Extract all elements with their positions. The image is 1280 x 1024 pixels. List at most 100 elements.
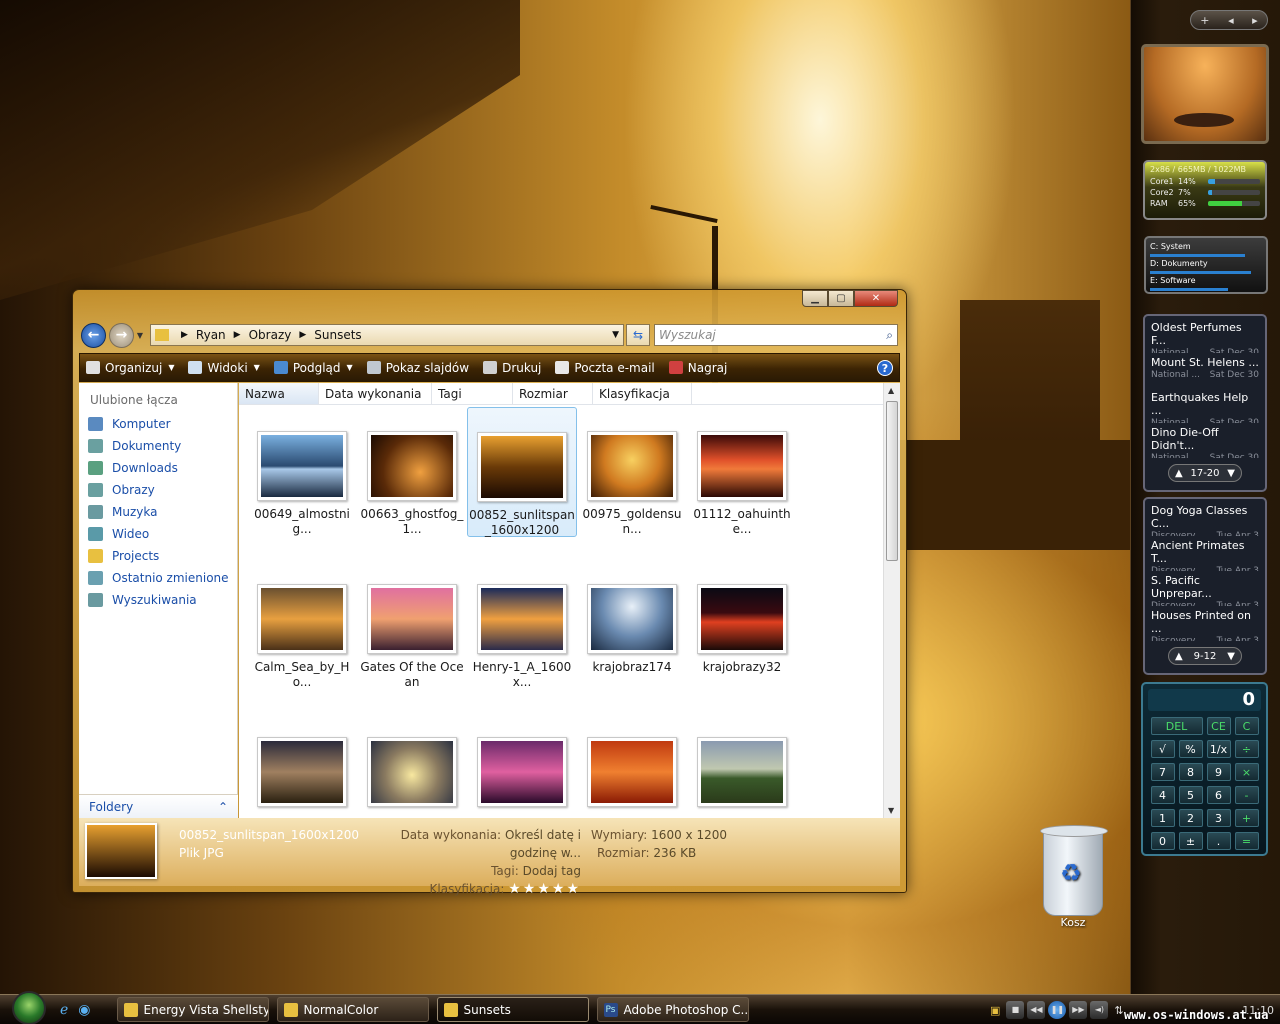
start-button[interactable] <box>0 990 46 1024</box>
news-headline[interactable]: Ancient Primates T... Discovery... Tue Apr… <box>1145 536 1265 571</box>
show-desktop-icon[interactable]: ◉ <box>78 1002 90 1018</box>
calculator-key[interactable]: × <box>1234 763 1259 781</box>
calculator-key[interactable]: = <box>1234 832 1259 850</box>
minimize-button[interactable]: ▁ <box>802 290 828 307</box>
search-input[interactable]: Wyszukaj ⌕ <box>654 324 898 346</box>
address-dropdown-icon[interactable]: ▼ <box>612 330 619 340</box>
file-tile[interactable]: 00975_goldensun... <box>577 407 687 537</box>
nav-link-2[interactable]: Downloads <box>79 457 237 479</box>
toolbar-button-0[interactable]: Organizuj ▼ <box>86 361 174 375</box>
news-pager[interactable]: ▲ 17-20 ▼ <box>1168 464 1242 482</box>
toolbar-button-3[interactable]: Pokaz slajdów <box>366 361 469 375</box>
drive-meter-gadget[interactable]: C: System D: Dokumenty E: Software <box>1144 236 1268 294</box>
nav-link-6[interactable]: Projects <box>79 545 237 567</box>
vertical-scrollbar[interactable]: ▲ ▼ <box>883 383 900 818</box>
news-headline[interactable]: Mount St. Helens ... National ... Sat Dec … <box>1145 353 1265 388</box>
column-header[interactable]: Klasyfikacja <box>593 383 692 404</box>
chevron-up-icon[interactable]: ⌃ <box>218 800 228 814</box>
file-tile[interactable] <box>577 713 687 818</box>
nav-link-0[interactable]: Komputer <box>79 413 237 435</box>
file-tile[interactable]: krajobraz174 <box>577 560 687 690</box>
calculator-key[interactable]: ± <box>1178 832 1203 850</box>
next-gadget-icon[interactable]: ▸ <box>1252 14 1258 27</box>
search-icon[interactable]: ⌕ <box>886 328 893 343</box>
explorer-window[interactable]: ▁ ▢ ✕ ← → ▼ ▶ Ryan ▶ Obrazy ▶ Sunsets ▼ … <box>72 289 907 897</box>
news-headline[interactable]: Houses Printed on ... Discovery... Tue Apr… <box>1145 606 1265 641</box>
file-tile[interactable] <box>357 713 467 818</box>
taskbar-button[interactable]: NormalColor <box>276 997 429 1022</box>
column-header[interactable]: Nazwa <box>239 383 319 404</box>
windows-orb-icon[interactable] <box>12 990 46 1024</box>
prev-gadget-icon[interactable]: ◂ <box>1228 14 1234 27</box>
breadcrumb-separator-icon[interactable]: ▶ <box>299 330 306 340</box>
news-gadget-national[interactable]: Oldest Perfumes F... National ... Sat Dec … <box>1143 314 1267 492</box>
pause-icon[interactable]: ❚❚ <box>1048 1001 1067 1019</box>
rating-stars[interactable]: ★★★★★ <box>508 881 581 897</box>
file-tile[interactable]: Calm_Sea_by_Ho... <box>247 560 357 690</box>
calculator-key[interactable]: 2 <box>1178 809 1203 827</box>
calculator-key[interactable]: DEL <box>1150 717 1203 735</box>
media-player-icon[interactable]: ▣ <box>990 1004 1000 1017</box>
file-tile[interactable]: 00852_sunlitspan_1600x1200 <box>467 407 577 537</box>
calculator-key[interactable]: √ <box>1150 740 1175 758</box>
toolbar-button-6[interactable]: Nagraj <box>668 361 727 375</box>
breadcrumb-obrazy[interactable]: Obrazy <box>249 328 292 342</box>
nav-link-7[interactable]: Ostatnio zmienione <box>79 567 237 589</box>
calculator-key[interactable]: . <box>1206 832 1231 850</box>
calculator-key[interactable]: 8 <box>1178 763 1203 781</box>
calculator-key[interactable]: C <box>1234 717 1259 735</box>
calculator-key[interactable]: % <box>1178 740 1203 758</box>
recycle-bin-icon[interactable]: ♻ <box>1040 825 1108 916</box>
folders-toggle[interactable]: Foldery ⌃ <box>79 794 238 818</box>
network-icon[interactable]: ⇅ <box>1114 1004 1123 1017</box>
chevron-down-icon[interactable]: ▼ <box>254 363 260 372</box>
up-arrow-icon[interactable]: ▲ <box>1175 468 1183 479</box>
nav-link-3[interactable]: Obrazy <box>79 479 237 501</box>
file-tile[interactable]: Gates Of the Ocean <box>357 560 467 690</box>
news-headline[interactable]: Dino Die-Off Didn't... National ... Sat De… <box>1145 423 1265 458</box>
file-tile[interactable]: 00649_almostnig... <box>247 407 357 537</box>
news-headline[interactable]: Earthquakes Help ... National ... Sat Dec … <box>1145 388 1265 423</box>
close-button[interactable]: ✕ <box>854 290 898 307</box>
tags-value[interactable]: Dodaj tag <box>523 864 581 878</box>
column-header[interactable]: Data wykonania <box>319 383 432 404</box>
column-header[interactable]: Tagi <box>432 383 513 404</box>
recent-pages-dropdown[interactable]: ▼ <box>134 331 146 340</box>
file-tile[interactable]: 01112_oahuinthe... <box>687 407 797 537</box>
breadcrumb-sunsets[interactable]: Sunsets <box>314 328 361 342</box>
maximize-button[interactable]: ▢ <box>828 290 854 307</box>
nav-link-4[interactable]: Muzyka <box>79 501 237 523</box>
previous-track-icon[interactable]: ◀◀ <box>1027 1001 1046 1019</box>
taskbar-button[interactable]: Sunsets <box>436 997 589 1022</box>
news-gadget-discovery[interactable]: Dog Yoga Classes C... Discovery... Tue Apr… <box>1143 497 1267 675</box>
scroll-down-icon[interactable]: ▼ <box>888 806 894 815</box>
toolbar-button-4[interactable]: Drukuj <box>483 361 541 375</box>
news-headline[interactable]: S. Pacific Unprepar... Discovery... Tue Ap… <box>1145 571 1265 606</box>
news-headline[interactable]: Oldest Perfumes F... National ... Sat Dec … <box>1145 318 1265 353</box>
calculator-key[interactable]: ÷ <box>1234 740 1259 758</box>
calculator-key[interactable]: 5 <box>1178 786 1203 804</box>
calculator-key[interactable]: 0 <box>1150 832 1175 850</box>
taskbar-button[interactable]: Ps Adobe Photoshop C... <box>596 997 749 1022</box>
toolbar-button-2[interactable]: Podgląd ▼ <box>273 361 353 375</box>
file-tile[interactable]: Henry-1_A_1600x... <box>467 560 577 690</box>
calculator-key[interactable]: 7 <box>1150 763 1175 781</box>
breadcrumb-ryan[interactable]: Ryan <box>196 328 226 342</box>
column-header[interactable]: Rozmiar <box>513 383 593 404</box>
down-arrow-icon[interactable]: ▼ <box>1227 651 1235 662</box>
sidebar-controls[interactable]: + ◂ ▸ <box>1190 10 1268 30</box>
news-pager[interactable]: ▲ 9-12 ▼ <box>1168 647 1242 665</box>
calculator-key[interactable]: 3 <box>1206 809 1231 827</box>
nav-link-5[interactable]: Wideo <box>79 523 237 545</box>
breadcrumb-separator-icon[interactable]: ▶ <box>234 330 241 340</box>
scroll-up-icon[interactable]: ▲ <box>888 386 894 395</box>
file-tile[interactable]: 00663_ghostfog_1... <box>357 407 467 537</box>
calculator-key[interactable]: 9 <box>1206 763 1231 781</box>
nav-link-8[interactable]: Wyszukiwania <box>79 589 237 611</box>
stop-icon[interactable]: ■ <box>1006 1001 1025 1019</box>
calculator-key[interactable]: + <box>1234 809 1259 827</box>
toolbar-button-1[interactable]: Widoki ▼ <box>188 361 260 375</box>
toolbar-button-5[interactable]: Poczta e-mail <box>555 361 655 375</box>
help-button[interactable]: ? <box>877 359 893 376</box>
calculator-key[interactable]: CE <box>1206 717 1231 735</box>
